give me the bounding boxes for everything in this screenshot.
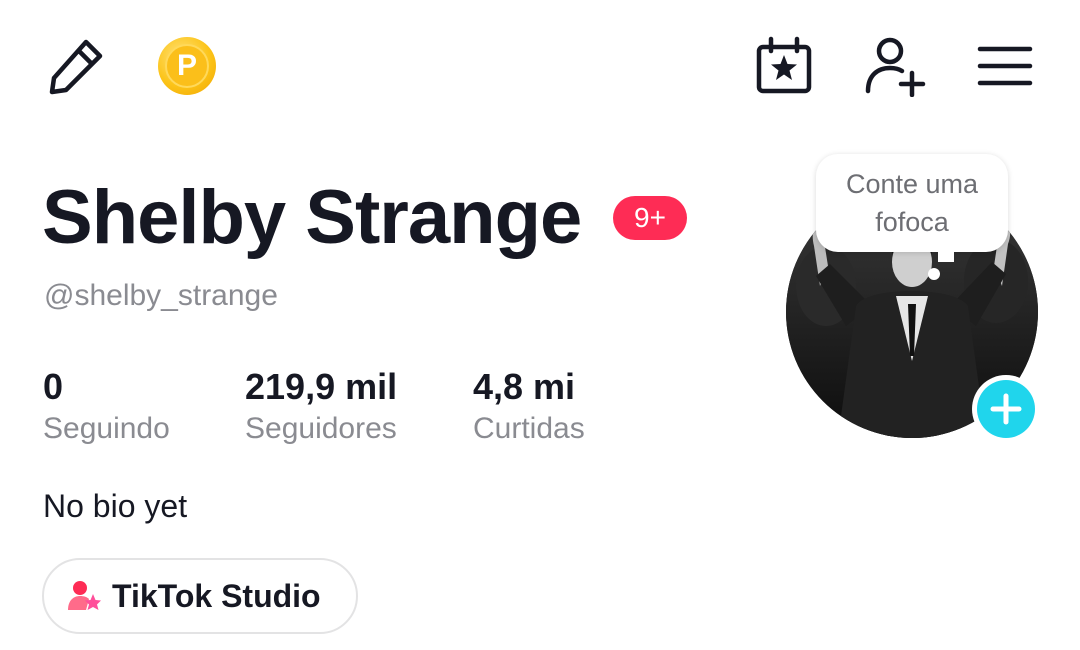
calendar-button[interactable] <box>748 32 820 100</box>
status-bubble[interactable]: Conte uma fofoca <box>816 154 1008 252</box>
stat-followers[interactable]: 219,9 mil Seguidores <box>245 366 397 448</box>
tiktok-studio-label: TikTok Studio <box>112 577 321 614</box>
stat-followers-value: 219,9 mil <box>245 366 398 407</box>
profile-page: P Shelby Strange 9+ @shelby_strange 0 Se… <box>0 0 1080 650</box>
add-friend-button[interactable] <box>858 32 930 100</box>
bubble-tail <box>938 252 954 262</box>
creator-studio-icon <box>68 581 101 610</box>
stat-following-value: 0 <box>43 366 64 407</box>
edit-profile-button[interactable] <box>40 32 112 100</box>
notification-badge[interactable]: 9+ <box>613 196 687 240</box>
stat-likes-value: 4,8 mi <box>473 366 576 407</box>
stat-likes-label: Curtidas <box>473 412 585 445</box>
username: @shelby_strange <box>44 279 278 312</box>
display-name: Shelby Strange <box>42 175 582 260</box>
points-coin-icon: P <box>158 37 216 95</box>
stat-following[interactable]: 0 Seguindo <box>43 366 170 448</box>
plus-icon <box>977 380 1035 438</box>
status-bubble-text: Conte uma fofoca <box>845 169 979 237</box>
add-story-button[interactable] <box>972 375 1040 443</box>
hamburger-menu-icon <box>977 46 1033 86</box>
bio-text[interactable]: No bio yet <box>43 486 187 526</box>
calendar-star-icon <box>756 36 812 94</box>
tiktok-studio-button[interactable]: TikTok Studio <box>42 558 358 634</box>
menu-button[interactable] <box>970 32 1040 100</box>
stat-following-label: Seguindo <box>43 412 170 445</box>
add-user-icon <box>865 37 926 97</box>
points-letter: P <box>165 44 209 88</box>
stat-followers-label: Seguidores <box>245 412 397 445</box>
points-button[interactable]: P <box>152 32 222 100</box>
pencil-icon <box>49 39 103 95</box>
bubble-tail-dot <box>928 268 940 280</box>
stat-likes[interactable]: 4,8 mi Curtidas <box>473 366 585 448</box>
